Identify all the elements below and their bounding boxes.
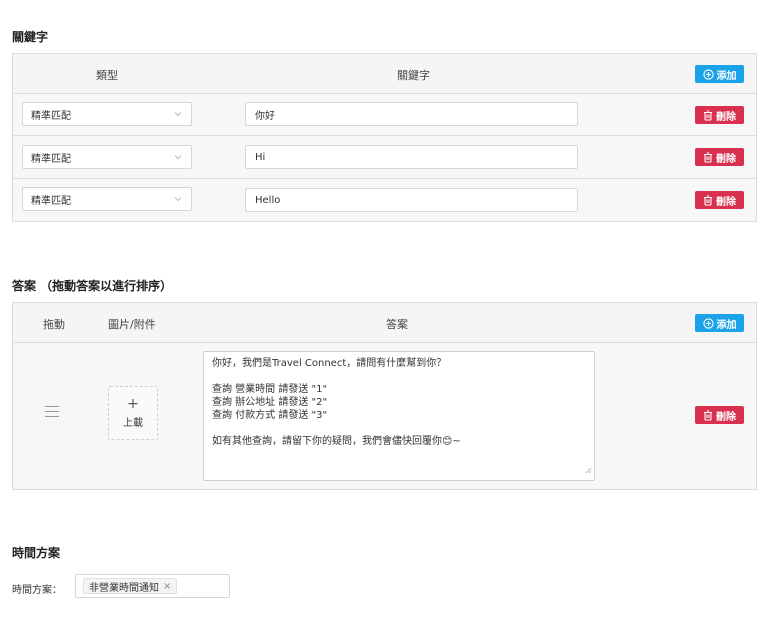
keyword-input[interactable]: 你好 [245,102,578,126]
match-type-select[interactable]: 精準匹配 [22,145,192,169]
answer-line: 查詢 付款方式 請發送 "3" [212,410,328,421]
add-keyword-button[interactable]: 添加 [695,65,744,83]
close-icon[interactable]: × [163,581,171,592]
answer-line: 如有其他查詢，請留下你的疑問，我們會儘快回覆你😊~ [212,436,461,447]
match-type-select[interactable]: 精準匹配 [22,102,192,126]
keyword-row: 精準匹配 你好 刪除 [13,94,756,136]
answer-row: + 上載 你好，我們是Travel Connect，請問有什麼幫到你？ 查詢 營… [13,343,756,489]
answer-column-header: 答案 [386,318,408,331]
answer-line: 查詢 辦公地址 請發送 "2" [212,397,328,408]
answer-line: 你好，我們是Travel Connect，請問有什麼幫到你？ [212,358,447,369]
answer-line: 查詢 營業時間 請發送 "1" [212,384,328,395]
keyword-row: 精準匹配 Hi 刪除 [13,136,756,179]
time-plan-tag: 非營業時間通知 × [83,578,178,594]
answer-textarea[interactable]: 你好，我們是Travel Connect，請問有什麼幫到你？ 查詢 營業時間 請… [203,351,595,481]
time-plan-select[interactable]: 非營業時間通知 × [75,574,230,598]
delete-keyword-label: 刪除 [716,111,736,123]
chevron-down-icon [173,152,183,165]
match-type-value: 精準匹配 [31,110,71,122]
delete-keyword-label: 刪除 [716,196,736,208]
time-plan-field-label: 時間方案： [12,585,62,596]
delete-keyword-label: 刪除 [716,153,736,165]
keywords-panel: 類型 關鍵字 添加 精準匹配 你好 刪除 精準匹配 Hi 刪除 精準匹配 Hel… [12,53,757,222]
delete-keyword-button[interactable]: 刪除 [695,106,744,124]
keyword-input[interactable]: Hi [245,145,578,169]
answers-panel: 拖動 圖片/附件 答案 添加 + 上載 你好，我們是Travel Connect… [12,302,757,490]
keywords-header: 類型 關鍵字 添加 [13,54,756,94]
delete-answer-button[interactable]: 刪除 [695,406,744,424]
drag-column-header: 拖動 [43,318,65,331]
upload-label: 上載 [123,418,143,429]
time-plan-tag-label: 非營業時間通知 [89,582,159,594]
chevron-down-icon [173,109,183,122]
chevron-down-icon [173,194,183,207]
answer-line [212,422,586,435]
trash-icon [703,109,713,121]
plus-icon: + [127,396,139,412]
match-type-value: 精準匹配 [31,195,71,207]
trash-icon [703,409,713,421]
trash-icon [703,151,713,163]
match-type-select[interactable]: 精準匹配 [22,187,192,211]
drag-handle-icon[interactable] [45,406,59,418]
add-keyword-label: 添加 [716,70,737,82]
add-answer-label: 添加 [716,319,737,331]
plus-circle-icon [702,317,714,329]
add-answer-button[interactable]: 添加 [695,314,744,332]
upload-button[interactable]: + 上載 [108,386,158,440]
trash-icon [703,194,713,206]
media-column-header: 圖片/附件 [108,318,156,331]
type-column-header: 類型 [96,69,118,82]
keyword-row: 精準匹配 Hello 刪除 [13,179,756,221]
answers-header: 拖動 圖片/附件 答案 添加 [13,303,756,343]
plus-circle-icon [702,68,714,80]
resize-grip-icon[interactable] [585,465,592,478]
keywords-section-title: 關鍵字 [12,30,49,44]
answers-section-title: 答案 （拖動答案以進行排序） [12,279,173,293]
delete-keyword-button[interactable]: 刪除 [695,148,744,166]
answer-line [212,370,586,383]
keyword-input[interactable]: Hello [245,188,578,212]
match-type-value: 精準匹配 [31,153,71,165]
keyword-column-header: 關鍵字 [397,69,430,82]
delete-answer-label: 刪除 [716,411,736,423]
delete-keyword-button[interactable]: 刪除 [695,191,744,209]
time-plan-section-title: 時間方案 [12,546,61,560]
